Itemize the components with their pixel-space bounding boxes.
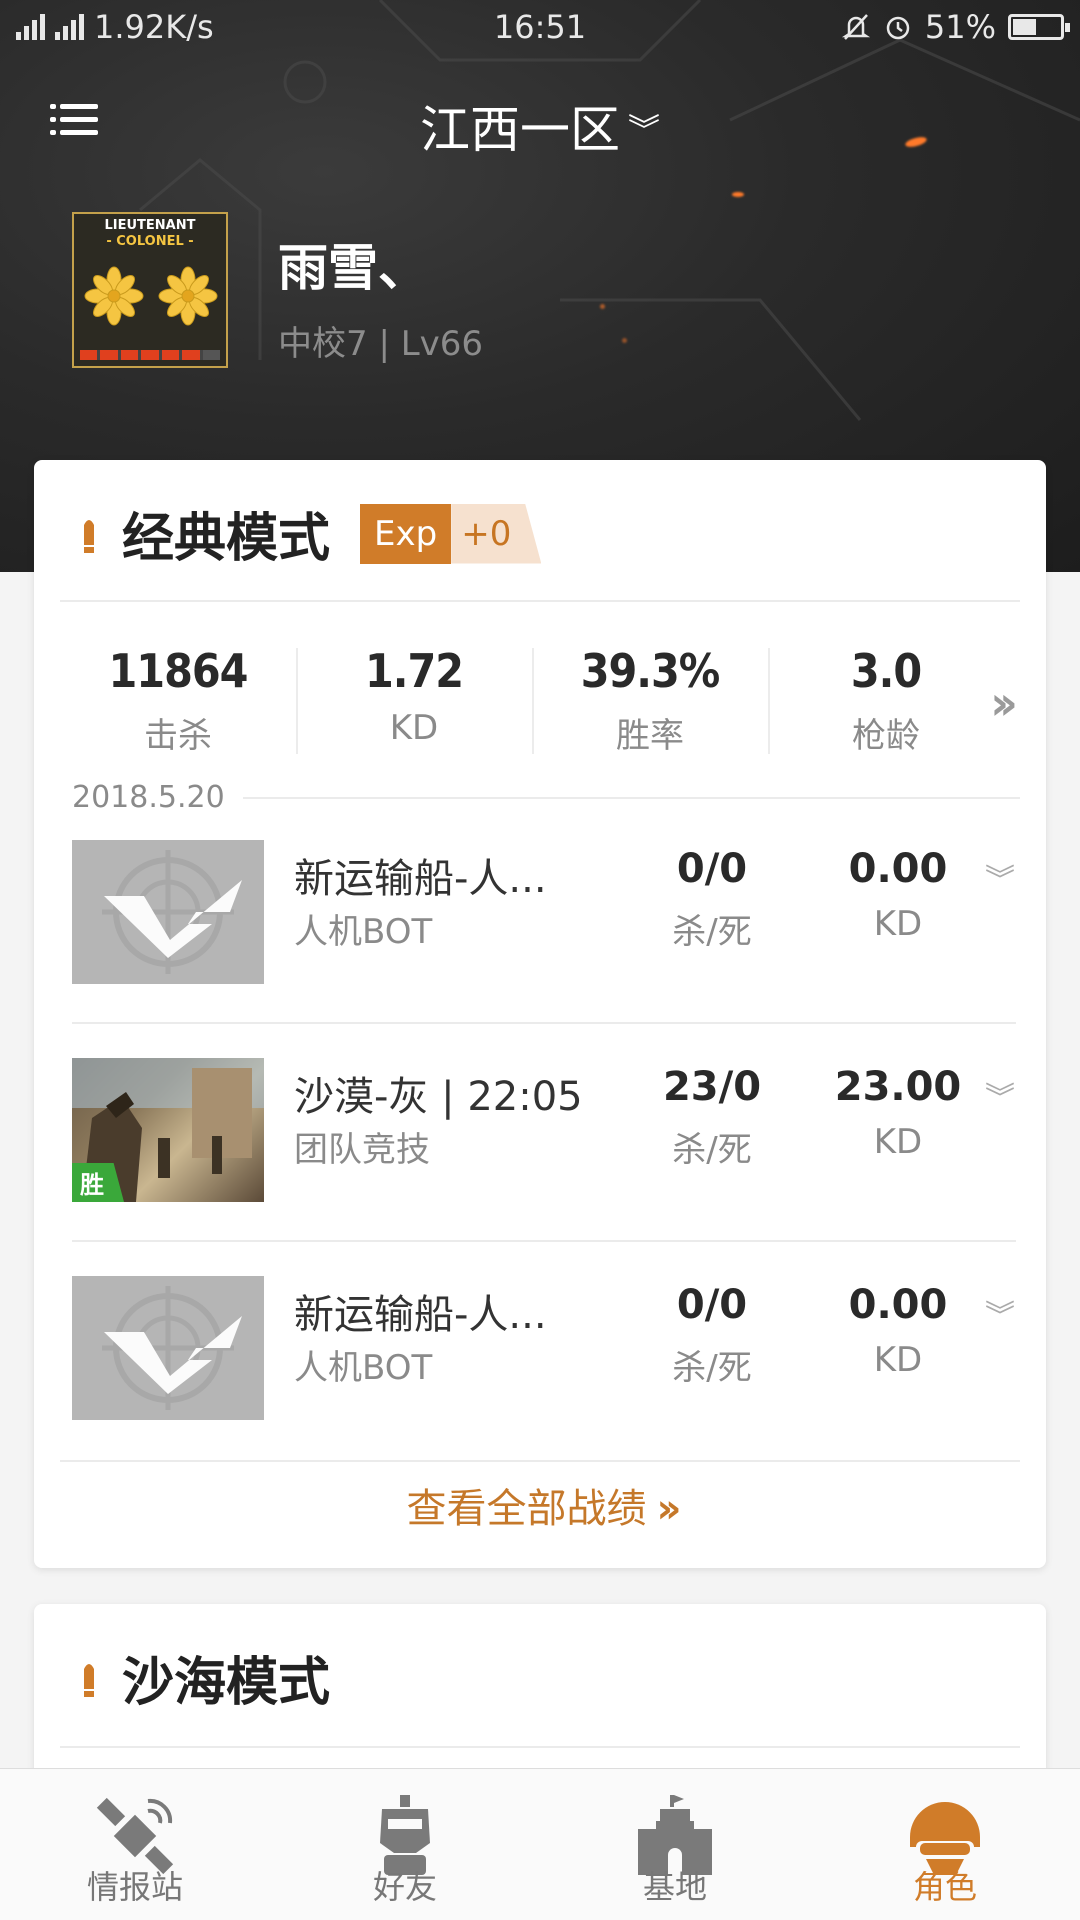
card-header: 经典模式 Exp +0 [82, 496, 542, 571]
stat-winrate: 39.3% 胜率 [532, 638, 768, 756]
server-name: 江西一区 [419, 101, 620, 159]
kd-label: KD [873, 1340, 923, 1380]
rank-badge: LIEUTENANT - COLONEL - [72, 212, 228, 368]
map-name: 新运输船-人... [294, 856, 547, 902]
match-row[interactable]: 新运输船-人... 人机BOT 0/0 杀/死 0.00 KD ︾ [72, 1242, 1016, 1460]
stats-row[interactable]: 11864 击杀 1.72 KD 39.3% 胜率 3.0 枪龄 [60, 638, 1004, 756]
match-row[interactable]: 新运输船-人... 人机BOT 0/0 杀/死 0.00 KD ︾ [72, 806, 1016, 1024]
divider [60, 1460, 1020, 1462]
tab-intel[interactable]: 情报站 [0, 1769, 270, 1920]
bullet-icon [84, 1663, 94, 1697]
tab-label: 基地 [642, 1868, 707, 1906]
stat-kd: 1.72 KD [296, 638, 532, 756]
kd-value: 23.00 [834, 1064, 962, 1110]
game-mode: 人机BOT [294, 1348, 433, 1388]
stat-label: KD [389, 708, 439, 748]
kills-deaths: 23/0 [662, 1064, 762, 1110]
chevron-down-icon: ︾ [627, 111, 660, 149]
view-all-records-link[interactable]: 查看全部战绩 ›› [34, 1476, 1046, 1534]
stat-value: 3.0 [850, 644, 922, 698]
classic-mode-card: 经典模式 Exp +0 11864 击杀 1.72 KD 39.3% 胜率 3.… [34, 460, 1046, 1568]
stat-gun-age: 3.0 枪龄 [768, 638, 1004, 756]
kills-deaths: 0/0 [676, 1282, 748, 1328]
chevron-down-icon[interactable]: ︾ [980, 1302, 1020, 1332]
stat-label: 击杀 [144, 716, 212, 756]
tab-label: 角色 [912, 1868, 977, 1906]
cf-logo-icon [72, 840, 264, 984]
game-mode: 人机BOT [294, 912, 433, 952]
exp-tag: Exp +0 [360, 503, 542, 564]
rank-progress-segment [100, 350, 118, 360]
rank-progress-segment [141, 350, 159, 360]
star-icon [84, 266, 144, 326]
cf-logo-icon [72, 1276, 264, 1420]
tab-friends[interactable]: 好友 [270, 1769, 540, 1920]
bullet-icon [84, 519, 94, 553]
alarm-icon [886, 16, 910, 40]
rank-progress-segment [161, 350, 180, 360]
ember-spark [600, 304, 605, 309]
tab-base[interactable]: 基地 [540, 1769, 810, 1920]
kd-label: KD [873, 904, 923, 944]
rank-progress-segment [120, 350, 139, 360]
tab-label: 情报站 [86, 1868, 183, 1906]
player-name: 雨雪、 [278, 239, 428, 297]
kd-label: KD [873, 1122, 923, 1162]
battery-icon [1008, 14, 1070, 40]
rank-badge-text: LIEUTENANT [104, 218, 196, 233]
map-name: 新运输船-人... [294, 1292, 547, 1338]
mute-bell-icon [841, 14, 871, 40]
tab-character[interactable]: 角色 [810, 1769, 1080, 1920]
divider [60, 600, 1020, 602]
stat-kills: 11864 击杀 [60, 638, 296, 756]
star-icon [158, 266, 218, 326]
kills-deaths-label: 杀/死 [672, 912, 752, 952]
game-mode: 团队竞技 [294, 1130, 430, 1170]
bottom-tab-bar: 情报站 好友 基地 角色 [0, 1768, 1080, 1920]
kills-deaths-label: 杀/死 [672, 1130, 752, 1170]
tab-label: 好友 [372, 1868, 437, 1906]
desert-map-image: 胜 [72, 1058, 264, 1202]
chevron-right-icon: ›› [656, 1486, 682, 1532]
map-name: 沙漠-灰 | 22:05 [294, 1074, 583, 1120]
chevron-down-icon[interactable]: ︾ [980, 1084, 1020, 1114]
rank-progress-segment [182, 350, 200, 360]
exp-value: +0 [451, 503, 542, 564]
kills-deaths: 0/0 [676, 846, 748, 892]
card-title: 沙海模式 [122, 1653, 331, 1713]
battery-fill [1013, 19, 1037, 35]
exp-label: Exp [360, 503, 452, 564]
battery-percent: 51% [924, 8, 996, 46]
divider [60, 1746, 1020, 1748]
rank-progress-segment [202, 350, 220, 360]
status-bar: 1.92K/s 16:51 51% [0, 0, 1080, 58]
stat-label: 枪龄 [852, 716, 920, 756]
divider [242, 796, 1020, 799]
card-title: 经典模式 [122, 509, 331, 569]
kd-value: 0.00 [848, 846, 948, 892]
server-selector[interactable]: 江西一区 ︾ [0, 90, 1080, 162]
rank-progress-bar [80, 350, 220, 360]
view-all-label: 查看全部战绩 [406, 1486, 647, 1532]
stat-value: 11864 [108, 644, 249, 698]
rank-badge-subtext: - COLONEL - [106, 234, 194, 249]
stat-label: 胜率 [616, 716, 684, 756]
ember-spark [622, 338, 627, 343]
rank-progress-segment [80, 350, 98, 360]
kd-value: 0.00 [848, 1282, 948, 1328]
stat-value: 1.72 [364, 644, 464, 698]
ember-spark [732, 192, 744, 197]
chevron-down-icon[interactable]: ︾ [980, 866, 1020, 896]
kills-deaths-label: 杀/死 [672, 1348, 752, 1388]
rank-level: 中校7 | Lv66 [278, 324, 484, 364]
status-right: 51% [841, 8, 1070, 46]
match-row[interactable]: 胜 沙漠-灰 | 22:05 团队竞技 23/0 杀/死 23.00 KD ︾ [72, 1024, 1016, 1242]
card-header: 沙海模式 [82, 1640, 330, 1715]
chevron-right-icon[interactable]: ›› [990, 676, 1018, 730]
stat-value: 39.3% [580, 644, 721, 698]
